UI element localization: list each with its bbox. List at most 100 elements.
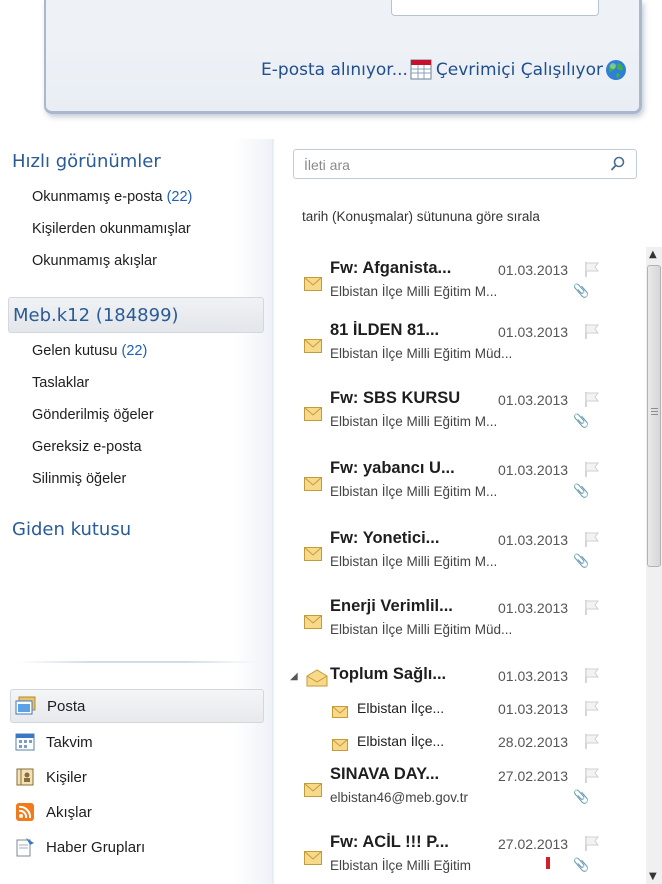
message-sender: Elbistan İlçe Milli Eğitim Müd...	[330, 346, 513, 361]
envelope-icon	[304, 476, 322, 491]
conversation-subject: Toplum Sağlı...	[330, 665, 447, 683]
envelope-icon	[304, 614, 322, 629]
sidebar-divider	[18, 661, 258, 663]
inbox-count: (22)	[121, 343, 148, 359]
flag-icon[interactable]	[583, 732, 601, 750]
status-window: E-posta alınıyor... Çevrimiçi Çalışılıyo…	[0, 0, 662, 128]
app-switch-feeds[interactable]: Akışlar	[10, 795, 264, 829]
sidebar-item-junk-email[interactable]: Gereksiz e-posta	[32, 439, 142, 455]
sidebar-item-drafts[interactable]: Taslaklar	[32, 375, 89, 391]
app-switch-calendar[interactable]: Takvim	[10, 725, 264, 759]
message-row[interactable]: Fw: yabancı U... 01.03.2013 Elbistan İlç…	[290, 457, 624, 513]
attachment-icon: 📎	[573, 284, 590, 299]
message-list-pane: İleti ara tarih (Konuşmalar) sütununa gö…	[276, 139, 662, 884]
attachment-icon: 📎	[573, 484, 590, 499]
message-sender: Elbistan İlçe Milli Eğitim M...	[330, 554, 498, 569]
scroll-down-arrow-icon[interactable]: ▼	[649, 871, 657, 882]
message-date: 01.03.2013	[498, 532, 569, 548]
mail-app-icon	[15, 696, 37, 716]
message-date: 27.02.2013	[498, 768, 569, 784]
flag-icon[interactable]	[583, 598, 601, 616]
message-row[interactable]: Fw: SBS KURSU 01.03.2013 Elbistan İlçe M…	[290, 387, 624, 443]
flag-icon[interactable]	[583, 766, 601, 784]
collapse-arrow-icon[interactable]: ◢	[290, 671, 298, 682]
flag-icon[interactable]	[583, 390, 601, 408]
unread-count: (22)	[166, 189, 193, 205]
envelope-icon	[332, 703, 348, 718]
app-switch-contacts[interactable]: Kişiler	[10, 760, 264, 794]
table-progress-icon	[410, 59, 434, 81]
message-date: 27.02.2013	[498, 836, 569, 852]
sidebar-item-unread-email[interactable]: Okunmamış e-posta (22)	[32, 189, 192, 205]
message-sender: elbistan46@meb.gov.tr	[330, 790, 469, 805]
message-subject: Fw: ACİL !!! P...	[330, 833, 449, 851]
conversation-child-row[interactable]: Elbistan İlçe... 01.03.2013	[290, 696, 624, 726]
message-row[interactable]: Enerji Verimlil... 01.03.2013 Elbistan İ…	[290, 595, 624, 651]
message-date: 28.02.2013	[498, 734, 569, 750]
sort-by-header[interactable]: tarih (Konuşmalar) sütununa göre sırala	[302, 209, 650, 229]
newsgroups-icon	[14, 837, 36, 857]
flag-icon[interactable]	[583, 666, 601, 684]
envelope-icon	[304, 850, 322, 865]
contacts-icon	[14, 767, 36, 787]
message-subject: Fw: Afganista...	[330, 259, 452, 277]
folder-sidebar: Hızlı görünümler Okunmamış e-posta (22) …	[0, 139, 272, 884]
flag-icon[interactable]	[583, 530, 601, 548]
message-subject: Elbistan İlçe...	[357, 700, 445, 716]
message-subject: Fw: yabancı U...	[330, 459, 455, 477]
conversation-date: 01.03.2013	[498, 668, 569, 684]
conversation-row[interactable]: ◢ Toplum Sağlı... 01.03.2013	[290, 663, 624, 693]
envelope-icon	[304, 338, 322, 353]
sidebar-item-unread-feeds[interactable]: Okunmamış akışlar	[32, 253, 157, 269]
message-date: 01.03.2013	[498, 324, 569, 340]
quick-views-heading[interactable]: Hızlı görünümler	[12, 151, 161, 172]
globe-icon	[605, 59, 627, 81]
message-row[interactable]: Fw: ACİL !!! P... 27.02.2013 Elbistan İl…	[290, 831, 624, 884]
sidebar-item-sent-items[interactable]: Gönderilmiş öğeler	[32, 407, 154, 423]
app-switch-newsgroups[interactable]: Haber Grupları	[10, 830, 264, 864]
message-date: 01.03.2013	[498, 262, 569, 278]
sidebar-item-inbox[interactable]: Gelen kutusu (22)	[32, 343, 147, 359]
envelope-icon	[304, 546, 322, 561]
account-name: Meb.k12 (184899)	[13, 305, 179, 326]
online-status: Çevrimiçi Çalışılıyor	[435, 60, 603, 80]
message-date: 01.03.2013	[498, 392, 569, 408]
message-sender: Elbistan İlçe Milli Eğitim M...	[330, 484, 498, 499]
sidebar-item-deleted-items[interactable]: Silinmiş öğeler	[32, 471, 126, 487]
message-list-scrollbar[interactable]: ▲ ▼	[646, 247, 662, 884]
message-sender: Elbistan İlçe Milli Eğitim	[330, 858, 472, 873]
status-bar: E-posta alınıyor... Çevrimiçi Çalışılıyo…	[46, 46, 639, 94]
status-window-field	[391, 0, 599, 16]
flag-icon[interactable]	[583, 460, 601, 478]
flag-icon[interactable]	[583, 834, 601, 852]
message-subject: Fw: SBS KURSU	[330, 389, 461, 407]
scroll-up-arrow-icon[interactable]: ▲	[649, 249, 657, 260]
high-importance-icon	[546, 857, 550, 869]
flag-icon[interactable]	[583, 699, 601, 717]
attachment-icon: 📎	[573, 790, 590, 805]
message-sender: Elbistan İlçe Milli Eğitim M...	[330, 284, 498, 299]
message-date: 01.03.2013	[498, 462, 569, 478]
app-switch-mail[interactable]: Posta	[10, 689, 264, 723]
message-row[interactable]: 81 İLDEN 81... 01.03.2013 Elbistan İlçe …	[290, 319, 624, 375]
open-envelope-icon	[306, 669, 328, 687]
message-sender: Elbistan İlçe Milli Eğitim Müd...	[330, 622, 513, 637]
message-row[interactable]: SINAVA DAY... 27.02.2013 elbistan46@meb.…	[290, 763, 624, 819]
pane-splitter[interactable]	[272, 139, 275, 884]
message-row[interactable]: Fw: Afganista... 01.03.2013 Elbistan İlç…	[290, 257, 624, 313]
scrollbar-thumb[interactable]	[647, 265, 661, 567]
search-icon[interactable]	[610, 156, 626, 172]
calendar-icon	[14, 732, 36, 752]
message-subject: SINAVA DAY...	[330, 765, 440, 783]
conversation-child-row[interactable]: Elbistan İlçe... 28.02.2013	[290, 729, 624, 759]
flag-icon[interactable]	[583, 260, 601, 278]
sidebar-item-outbox[interactable]: Giden kutusu	[12, 519, 131, 540]
status-window-frame: E-posta alınıyor... Çevrimiçi Çalışılıyo…	[44, 0, 642, 114]
search-box[interactable]: İleti ara	[293, 149, 637, 179]
search-input[interactable]: İleti ara	[304, 157, 350, 173]
envelope-icon	[304, 276, 322, 291]
sidebar-item-unread-from-contacts[interactable]: Kişilerden okunmamışlar	[32, 221, 191, 237]
flag-icon[interactable]	[583, 322, 601, 340]
account-header[interactable]: Meb.k12 (184899)	[8, 297, 264, 333]
message-row[interactable]: Fw: Yonetici... 01.03.2013 Elbistan İlçe…	[290, 527, 624, 583]
